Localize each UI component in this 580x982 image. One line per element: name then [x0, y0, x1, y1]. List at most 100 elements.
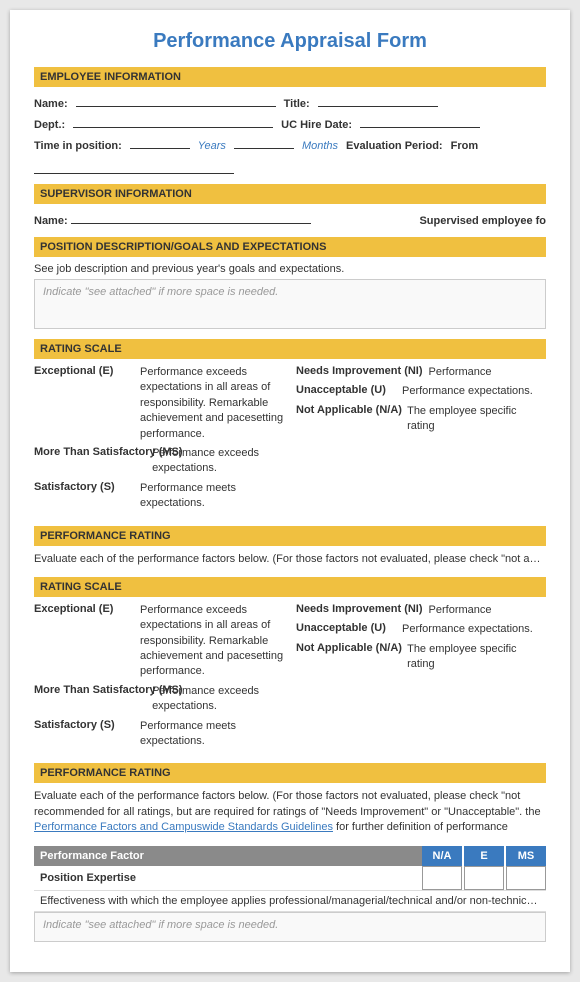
- performance-rating-header-2: Performance Rating: [34, 763, 546, 783]
- supervisor-section-header: Supervisor Information: [34, 184, 546, 204]
- ms-desc: Performance exceeds expectations.: [152, 446, 284, 477]
- position-expertise-checkboxes: [422, 866, 546, 890]
- title-field[interactable]: [318, 93, 438, 107]
- employee-section: Employee Information Name: Title: Dept.:…: [34, 67, 546, 174]
- ni-term-2: Needs Improvement (NI): [296, 603, 423, 615]
- performance-rating-header: Performance Rating: [34, 526, 546, 546]
- supervisor-name-label: Name:: [34, 215, 68, 227]
- rating-scale-header-2: Rating Scale: [34, 577, 546, 597]
- position-section: Position Description/Goals and Expectati…: [34, 237, 546, 329]
- satisfactory-desc: Performance meets expectations.: [140, 481, 284, 512]
- rating-scale-section-2: Rating Scale Exceptional (E) Performance…: [34, 577, 546, 754]
- effectiveness-text: Effectiveness with which the employee ap…: [34, 891, 546, 912]
- months-field[interactable]: [234, 135, 294, 149]
- na-desc-2: The employee specific rating: [407, 642, 546, 673]
- satisfactory-desc-2: Performance meets expectations.: [140, 719, 284, 750]
- eval-period-label: Evaluation Period:: [346, 140, 443, 152]
- name-field[interactable]: [76, 93, 276, 107]
- rating-scale-left: Exceptional (E) Performance exceeds expe…: [34, 365, 284, 516]
- ms-term: More Than Satisfactory (MS): [34, 446, 146, 458]
- ni-desc: Performance: [429, 365, 492, 380]
- uc-hire-label: UC Hire Date:: [281, 119, 352, 131]
- ms-desc-2: Performance exceeds expectations.: [152, 684, 284, 715]
- table-pf-header: Performance Factor: [34, 846, 422, 866]
- rating-scale-header: Rating Scale: [34, 339, 546, 359]
- rating-item-unacceptable-2: Unacceptable (U) Performance expectation…: [296, 622, 546, 637]
- time-row: Time in position: Years Months Evaluatio…: [34, 135, 546, 174]
- checkbox-e[interactable]: [464, 866, 504, 890]
- rating-item-ms: More Than Satisfactory (MS) Performance …: [34, 446, 284, 477]
- performance-factors-link-2[interactable]: Performance Factors and Campuswide Stand…: [34, 821, 333, 833]
- ni-term: Needs Improvement (NI): [296, 365, 423, 377]
- dept-label: Dept.:: [34, 119, 65, 131]
- performance-rating-section-2: Performance Rating Evaluate each of the …: [34, 763, 546, 835]
- rating-item-satisfactory-2: Satisfactory (S) Performance meets expec…: [34, 719, 284, 750]
- ms-term-2: More Than Satisfactory (MS): [34, 684, 146, 696]
- na-term-2: Not Applicable (N/A): [296, 642, 401, 654]
- col-ms-header: MS: [506, 846, 546, 866]
- employee-section-header: Employee Information: [34, 67, 546, 87]
- months-label: Months: [302, 140, 338, 152]
- employee-name-row: Name: Title:: [34, 93, 546, 110]
- position-description: See job description and previous year's …: [34, 263, 546, 275]
- performance-table-section: Performance Factor N/A E MS Position Exp…: [34, 846, 546, 942]
- from-label: From: [451, 140, 479, 152]
- rating-item-unacceptable: Unacceptable (U) Performance expectation…: [296, 384, 546, 399]
- supervisor-row: Name: Supervised employee fo: [34, 210, 546, 227]
- exceptional-desc: Performance exceeds expectations in all …: [140, 365, 284, 442]
- uc-hire-field[interactable]: [360, 114, 480, 128]
- performance-note-text: Evaluate each of the performance factors…: [34, 553, 546, 565]
- dept-field[interactable]: [73, 114, 273, 128]
- rating-item-ni-2: Needs Improvement (NI) Performance: [296, 603, 546, 618]
- exceptional-desc-2: Performance exceeds expectations in all …: [140, 603, 284, 680]
- supervisor-name-field[interactable]: [71, 210, 311, 224]
- u-desc-2: Performance expectations.: [402, 622, 533, 637]
- rating-item-satisfactory: Satisfactory (S) Performance meets expec…: [34, 481, 284, 512]
- performance-rating-section: Performance Rating Evaluate each of the …: [34, 526, 546, 567]
- position-expertise-label: Position Expertise: [34, 868, 422, 888]
- rating-item-na-2: Not Applicable (N/A) The employee specif…: [296, 642, 546, 673]
- position-placeholder[interactable]: Indicate "see attached" if more space is…: [34, 279, 546, 329]
- rating-scale-right-2: Needs Improvement (NI) Performance Unacc…: [296, 603, 546, 754]
- rating-scale-grid: Exceptional (E) Performance exceeds expe…: [34, 365, 546, 516]
- col-e-header: E: [464, 846, 504, 866]
- time-label: Time in position:: [34, 140, 122, 152]
- checkbox-ms[interactable]: [506, 866, 546, 890]
- rating-scale-right: Needs Improvement (NI) Performance Unacc…: [296, 365, 546, 516]
- exceptional-term: Exceptional (E): [34, 365, 134, 377]
- rating-item-ms-2: More Than Satisfactory (MS) Performance …: [34, 684, 284, 715]
- table-row-position-expertise: Position Expertise: [34, 866, 546, 891]
- dept-row: Dept.: UC Hire Date:: [34, 114, 546, 131]
- table-header-row: Performance Factor N/A E MS: [34, 846, 546, 866]
- exceptional-term-2: Exceptional (E): [34, 603, 134, 615]
- rating-item-exceptional-2: Exceptional (E) Performance exceeds expe…: [34, 603, 284, 680]
- eval-from-field[interactable]: [34, 160, 234, 174]
- table-rating-cols: N/A E MS: [422, 846, 546, 866]
- ni-desc-2: Performance: [429, 603, 492, 618]
- title-label: Title:: [284, 98, 310, 110]
- satisfactory-term-2: Satisfactory (S): [34, 719, 134, 731]
- rating-item-exceptional: Exceptional (E) Performance exceeds expe…: [34, 365, 284, 442]
- page-container: Performance Appraisal Form Employee Info…: [10, 10, 570, 972]
- supervisor-section: Supervisor Information Name: Supervised …: [34, 184, 546, 227]
- years-label: Years: [198, 140, 226, 152]
- satisfactory-term: Satisfactory (S): [34, 481, 134, 493]
- performance-note: Evaluate each of the performance factors…: [34, 552, 546, 567]
- u-term: Unacceptable (U): [296, 384, 396, 396]
- years-field[interactable]: [130, 135, 190, 149]
- rating-scale-grid-2: Exceptional (E) Performance exceeds expe…: [34, 603, 546, 754]
- u-desc: Performance expectations.: [402, 384, 533, 399]
- page-title: Performance Appraisal Form: [34, 30, 546, 53]
- position-section-header: Position Description/Goals and Expectati…: [34, 237, 546, 257]
- rating-scale-left-2: Exceptional (E) Performance exceeds expe…: [34, 603, 284, 754]
- checkbox-na[interactable]: [422, 866, 462, 890]
- col-na-header: N/A: [422, 846, 462, 866]
- supervised-employee-label: Supervised employee fo: [419, 215, 546, 227]
- na-desc: The employee specific rating: [407, 404, 546, 435]
- performance-note-text-2: Evaluate each of the performance factors…: [34, 790, 541, 817]
- na-term: Not Applicable (N/A): [296, 404, 401, 416]
- u-term-2: Unacceptable (U): [296, 622, 396, 634]
- rating-item-ni: Needs Improvement (NI) Performance: [296, 365, 546, 380]
- rating-scale-section: Rating Scale Exceptional (E) Performance…: [34, 339, 546, 516]
- performance-note-end-2: for further definition of performance: [333, 821, 508, 833]
